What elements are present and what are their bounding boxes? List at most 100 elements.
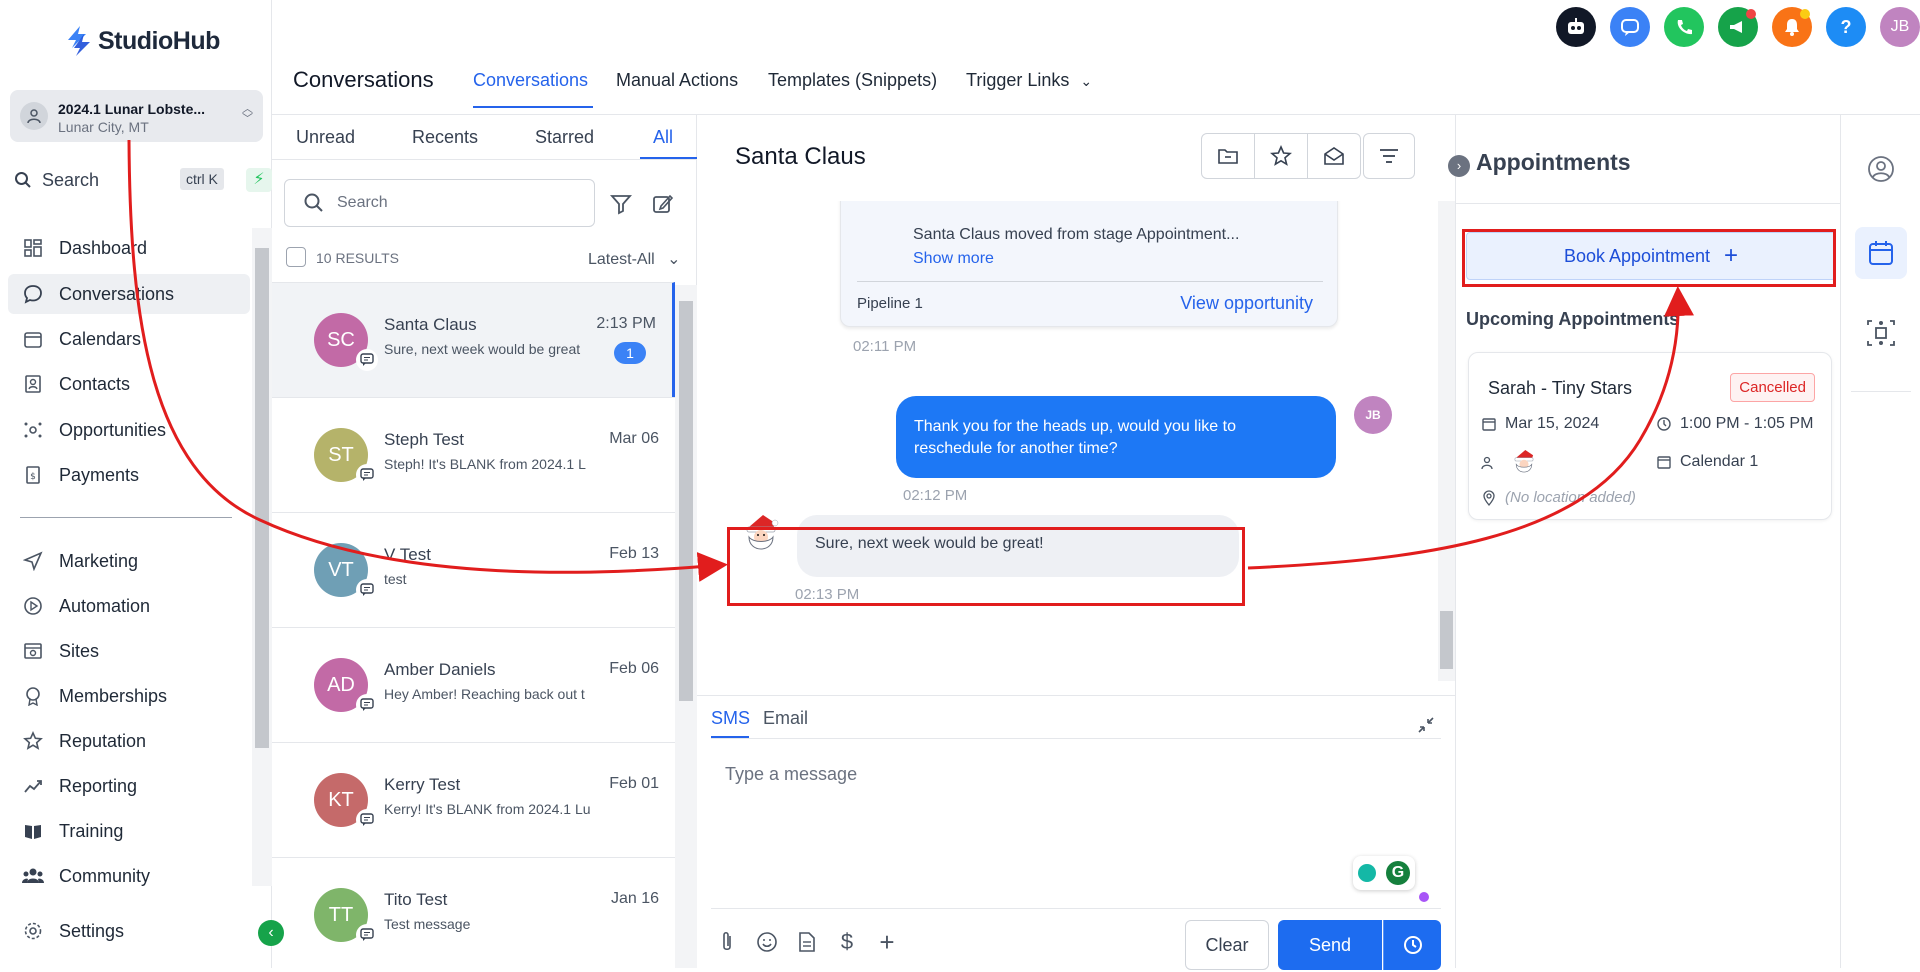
tab-conversations[interactable]: Conversations bbox=[473, 70, 588, 91]
chat-bubble-icon[interactable] bbox=[1610, 7, 1650, 47]
sidebar-item-label: Payments bbox=[59, 464, 140, 485]
conversation-item[interactable]: VT V Test test Feb 13 bbox=[272, 512, 675, 627]
show-more-link[interactable]: Show more bbox=[913, 250, 994, 268]
sidebar-item-reporting[interactable]: Reporting bbox=[8, 766, 250, 806]
filter-tab-starred[interactable]: Starred bbox=[535, 127, 594, 148]
tab-manual-actions[interactable]: Manual Actions bbox=[616, 70, 738, 91]
compose-icon[interactable] bbox=[650, 191, 676, 217]
right-rail bbox=[1840, 115, 1920, 968]
template-icon[interactable] bbox=[793, 928, 821, 956]
automation-icon bbox=[21, 596, 45, 616]
conversation-item[interactable]: TT Tito Test Test message Jan 16 bbox=[272, 857, 675, 972]
tab-trigger-links[interactable]: Trigger Links ⌄ bbox=[966, 70, 1092, 91]
conversation-search[interactable] bbox=[284, 179, 595, 227]
filter-tab-unread[interactable]: Unread bbox=[296, 127, 355, 148]
payments-icon: $ bbox=[21, 465, 45, 485]
clear-button[interactable]: Clear bbox=[1185, 920, 1269, 970]
rail-divider bbox=[1851, 391, 1911, 392]
bell-icon[interactable] bbox=[1772, 7, 1812, 47]
bolt-icon[interactable]: ⚡ bbox=[246, 168, 272, 192]
message-time: 2:13 PM bbox=[596, 315, 656, 332]
status-dot bbox=[1419, 892, 1429, 902]
phone-icon[interactable] bbox=[1664, 7, 1704, 47]
sidebar-search[interactable]: Search ctrl K ⚡ bbox=[14, 166, 272, 194]
sidebar-item-payments[interactable]: $ Payments bbox=[8, 455, 250, 495]
location-switcher[interactable]: 2024.1 Lunar Lobste... Lunar City, MT ︿ ﹀ bbox=[10, 90, 263, 142]
composer-tab-sms[interactable]: SMS bbox=[711, 708, 750, 729]
emoji-icon[interactable] bbox=[753, 928, 781, 956]
sidebar-item-label: Automation bbox=[59, 595, 151, 616]
filter-tab-recents[interactable]: Recents bbox=[412, 127, 478, 148]
tab-templates[interactable]: Templates (Snippets) bbox=[768, 70, 937, 91]
chevron-down-icon: ⌄ bbox=[667, 251, 681, 268]
list-scrollbar[interactable] bbox=[675, 285, 697, 968]
contact-name: Santa Claus bbox=[384, 315, 477, 334]
appointment-location-row: (No location added) bbox=[1481, 489, 1636, 506]
sidebar-item-reputation[interactable]: Reputation bbox=[8, 721, 250, 761]
chevron-right-icon[interactable]: › bbox=[1448, 155, 1470, 177]
sidebar-item-dashboard[interactable]: Dashboard bbox=[8, 228, 250, 268]
contact-profile-icon[interactable] bbox=[1859, 147, 1903, 191]
send-button[interactable]: Send bbox=[1278, 920, 1382, 970]
chat-scrollbar[interactable] bbox=[1438, 201, 1455, 681]
sidebar-scrollbar[interactable] bbox=[252, 228, 272, 886]
message-time: Feb 01 bbox=[609, 775, 659, 792]
filter-icon[interactable] bbox=[608, 191, 634, 217]
brand-name: StudioHub bbox=[98, 26, 220, 55]
sidebar-item-automation[interactable]: Automation bbox=[8, 586, 250, 626]
bot-icon[interactable] bbox=[1556, 7, 1596, 47]
appointment-card[interactable]: Sarah - Tiny Stars Cancelled Mar 15, 202… bbox=[1468, 352, 1832, 520]
calendar-icon[interactable] bbox=[1855, 227, 1907, 279]
appointment-date: Mar 15, 2024 bbox=[1505, 415, 1600, 432]
conversation-item[interactable]: KT Kerry Test Kerry! It's BLANK from 2024.… bbox=[272, 742, 675, 857]
sort-dropdown[interactable]: Latest-All ⌄ bbox=[588, 249, 681, 269]
collapse-icon[interactable] bbox=[1417, 716, 1435, 739]
community-icon bbox=[21, 866, 45, 886]
attachment-icon[interactable] bbox=[713, 928, 741, 956]
conversation-search-input[interactable] bbox=[337, 194, 577, 212]
opportunities-icon[interactable] bbox=[1859, 311, 1903, 355]
megaphone-icon[interactable] bbox=[1718, 7, 1758, 47]
grammarly-widget[interactable]: G bbox=[1353, 856, 1415, 890]
filter-tab-all[interactable]: All bbox=[653, 127, 673, 148]
plus-icon[interactable]: + bbox=[873, 927, 901, 957]
sort-lines-icon[interactable] bbox=[1363, 133, 1415, 179]
conversation-item[interactable]: AD Amber Daniels Hey Amber! Reaching back … bbox=[272, 627, 675, 742]
star-icon[interactable] bbox=[1255, 134, 1308, 178]
bulb-icon bbox=[1358, 864, 1376, 882]
conversation-item[interactable]: SC Santa Claus Sure, next week would be gr… bbox=[272, 282, 675, 397]
mail-open-icon[interactable] bbox=[1308, 134, 1360, 178]
contact-name: V Test bbox=[384, 545, 431, 564]
sidebar-item-marketing[interactable]: Marketing bbox=[8, 541, 250, 581]
message-time: Jan 16 bbox=[610, 890, 659, 907]
sidebar-item-settings[interactable]: Settings bbox=[8, 911, 250, 951]
conversation-item[interactable]: ST Steph Test Steph! It's BLANK from 2024.… bbox=[272, 397, 675, 512]
view-opportunity-link[interactable]: View opportunity bbox=[1180, 293, 1313, 314]
chat-messages: Santa Claus moved from stage Appointment… bbox=[697, 201, 1455, 681]
folder-icon[interactable] bbox=[1202, 134, 1255, 178]
schedule-send-button[interactable] bbox=[1383, 920, 1441, 970]
composer-tab-email[interactable]: Email bbox=[763, 708, 808, 729]
sidebar-item-contacts[interactable]: Contacts bbox=[8, 364, 250, 404]
sidebar-item-calendars[interactable]: Calendars bbox=[8, 319, 250, 359]
sidebar-item-community[interactable]: Community bbox=[8, 856, 250, 896]
select-all-checkbox[interactable] bbox=[286, 247, 306, 267]
sidebar-item-conversations[interactable]: Conversations bbox=[8, 274, 250, 314]
contact-name: Amber Daniels bbox=[384, 660, 496, 679]
sidebar-item-memberships[interactable]: Memberships bbox=[8, 676, 250, 716]
message-preview: Kerry! It's BLANK from 2024.1 Lu bbox=[384, 801, 591, 817]
sidebar-item-opportunities[interactable]: Opportunities bbox=[8, 410, 250, 450]
help-icon[interactable]: ? bbox=[1826, 7, 1866, 47]
sidebar-item-label: Contacts bbox=[59, 373, 131, 394]
results-row: 10 RESULTS Latest-All ⌄ bbox=[286, 245, 686, 269]
annotation-box-message bbox=[727, 527, 1245, 606]
sidebar-item-sites[interactable]: Sites bbox=[8, 631, 250, 671]
filter-tabs-divider bbox=[272, 159, 697, 160]
message-preview: Test message bbox=[384, 916, 471, 932]
brand-logo[interactable]: StudioHub bbox=[66, 26, 220, 56]
sidebar-item-training[interactable]: Training bbox=[8, 811, 250, 851]
message-input[interactable] bbox=[725, 764, 1405, 785]
user-avatar[interactable]: JB bbox=[1880, 7, 1920, 47]
gear-icon bbox=[21, 921, 45, 941]
dollar-icon[interactable]: $ bbox=[833, 928, 861, 956]
